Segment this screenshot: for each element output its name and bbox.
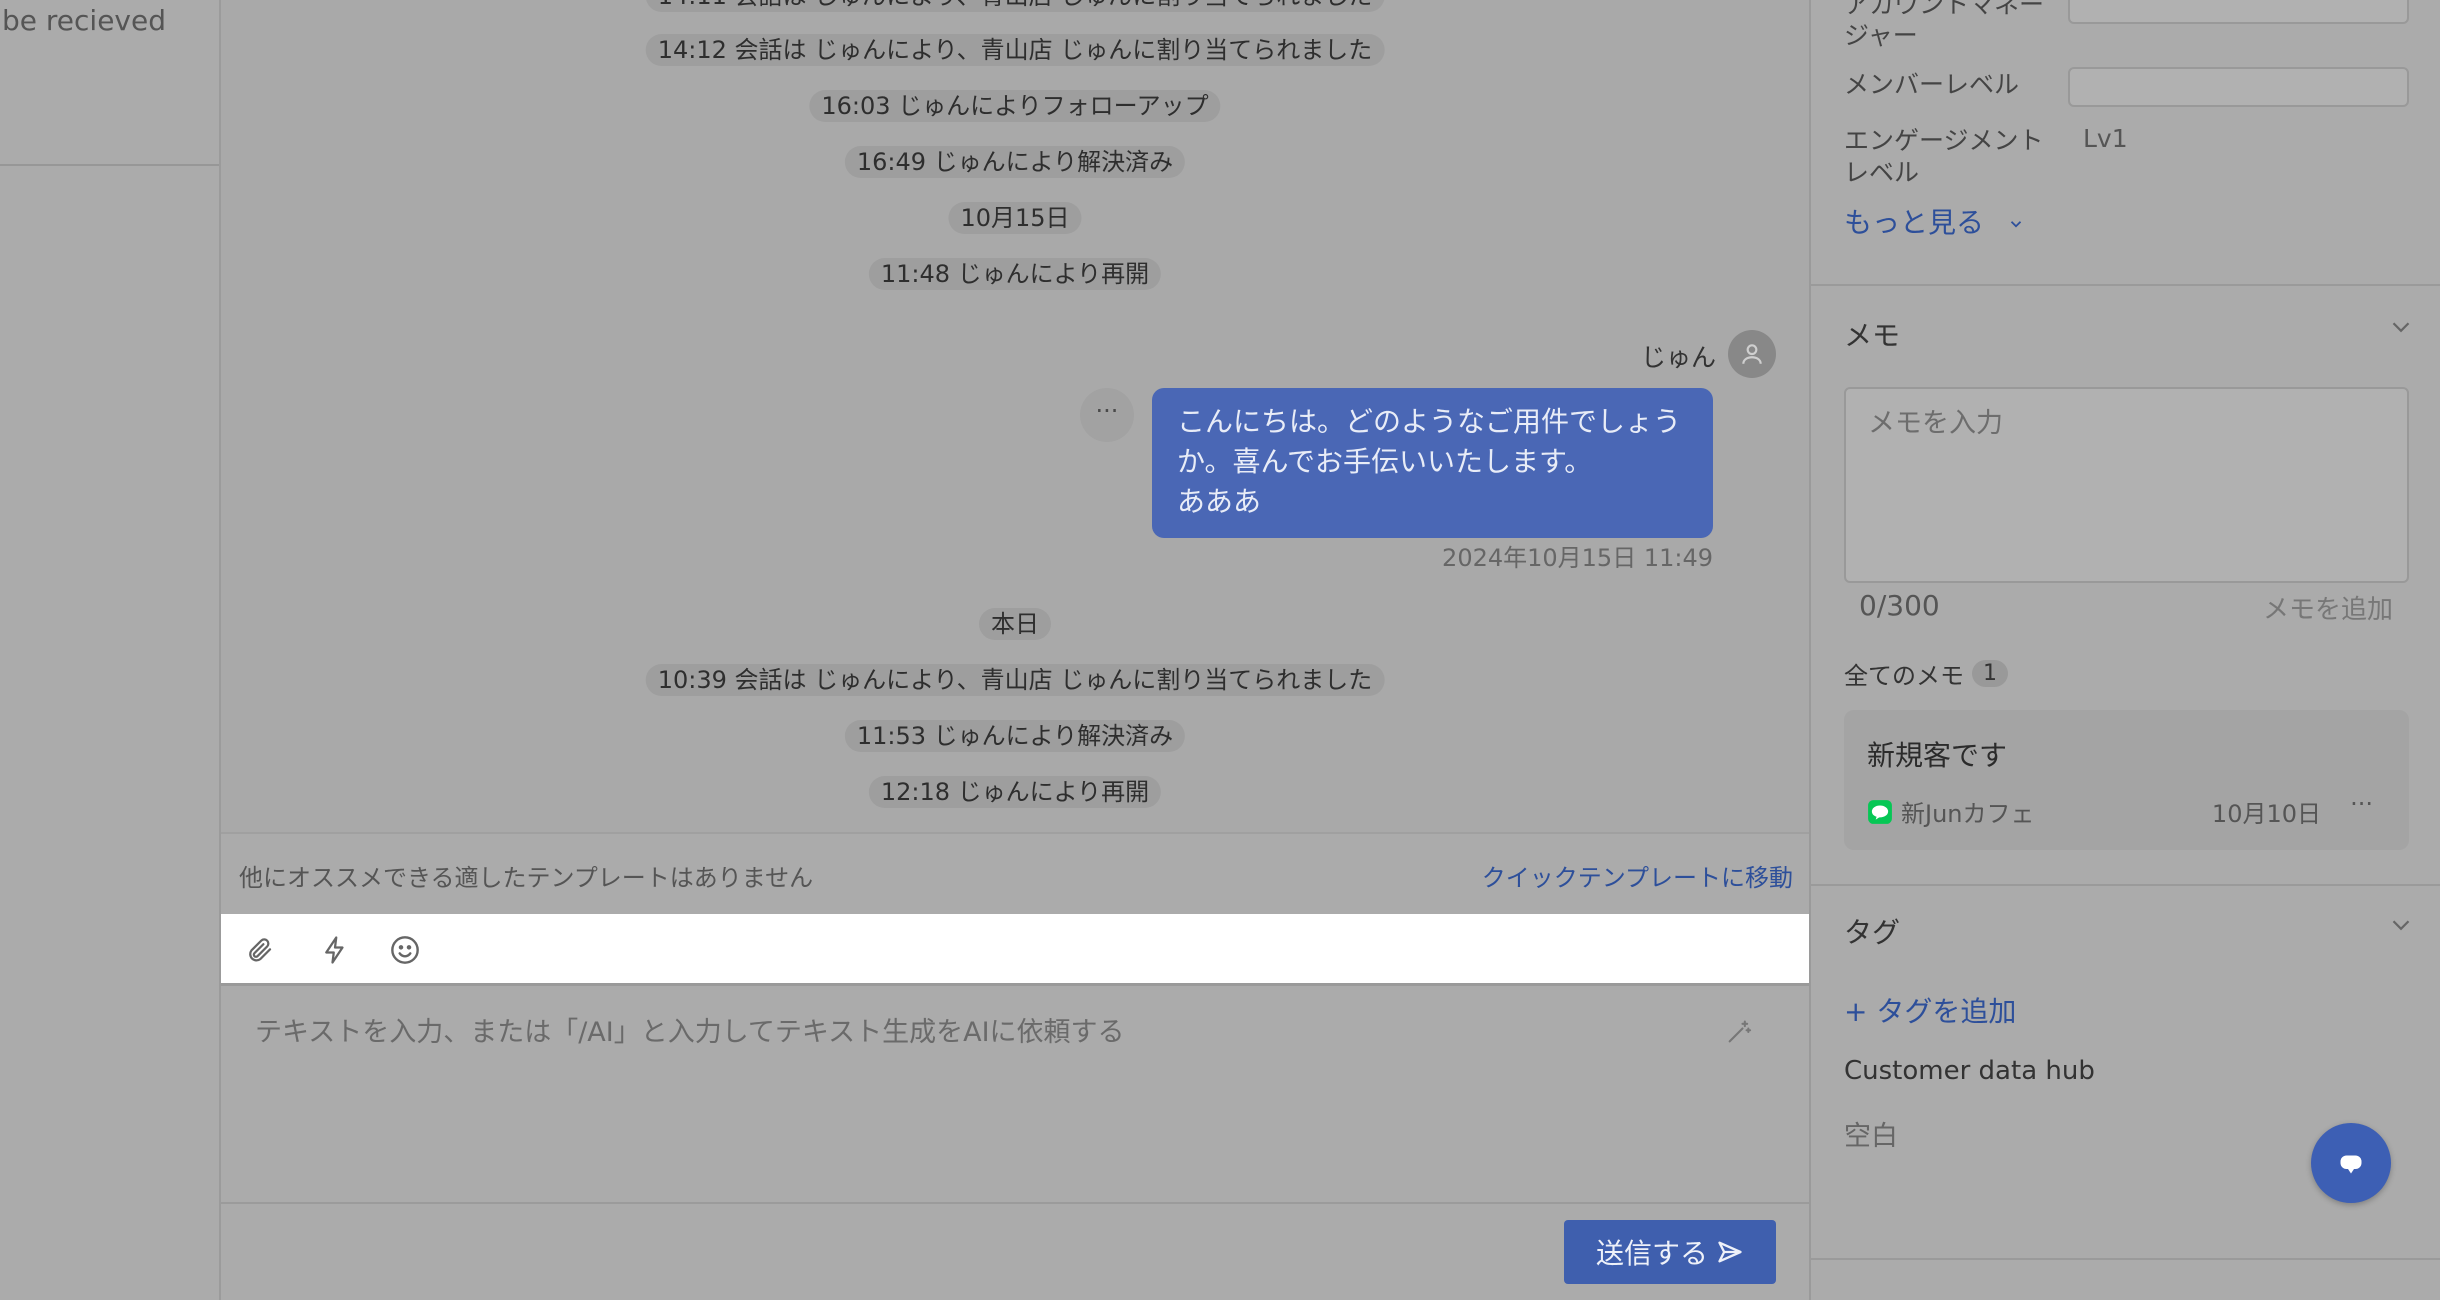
- memo-char-count: 0/300: [1859, 589, 1940, 622]
- avatar[interactable]: [1728, 330, 1776, 378]
- tag-section-title: タグ: [1844, 916, 1901, 949]
- engagement-level-value: Lv1: [2083, 124, 2128, 153]
- quick-reply-button[interactable]: [317, 932, 353, 968]
- ai-generate-button[interactable]: [1725, 1018, 1753, 1050]
- chevron-down-icon[interactable]: [2386, 312, 2416, 342]
- show-more-label: もっと見る: [1844, 206, 1985, 239]
- message-text-line: あああ: [1177, 485, 1262, 518]
- add-tag-button[interactable]: + タグを追加: [1844, 990, 2016, 1030]
- emoji-icon: [391, 936, 419, 964]
- date-separator: 10月15日: [948, 202, 1082, 234]
- memo-section-title: メモ: [1844, 319, 1901, 352]
- timeline-event-pill: 16:49 じゅんにより解決済み: [844, 146, 1186, 178]
- chat-panel: 14:11 会話は じゅんにより、青山店 じゅんに割り当てられました 14:12…: [221, 0, 1809, 1300]
- timeline-event-pill: 14:11 会話は じゅんにより、青山店 じゅんに割り当てられました: [645, 0, 1385, 12]
- emoji-button[interactable]: [387, 932, 423, 968]
- timeline-event-pill: 11:48 じゅんにより再開: [868, 258, 1162, 290]
- timeline-event-pill: 14:12 会話は じゅんにより、青山店 じゅんに割り当てられました: [645, 34, 1385, 66]
- memo-card-more-button[interactable]: ···: [2350, 790, 2373, 818]
- message-bubble: こんにちは。どのようなご用件でしょう か。喜んでお手伝いいたします。 あああ: [1152, 388, 1713, 538]
- paperclip-icon: [249, 938, 272, 962]
- user-icon: [1742, 344, 1762, 364]
- memo-card-title: 新規客です: [1867, 739, 2008, 772]
- message-composer: [221, 986, 1809, 1204]
- chevron-down-icon[interactable]: [2386, 910, 2416, 940]
- field-label-member-level: メンバーレベル: [1844, 70, 2020, 99]
- divider: [0, 164, 219, 166]
- timeline-event-pill: 12:18 じゅんにより再開: [868, 776, 1162, 808]
- message-text-line: か。喜んでお手伝いいたします。: [1177, 445, 1593, 478]
- attach-button[interactable]: [242, 932, 278, 968]
- divider: [1809, 1258, 2440, 1260]
- composer-toolbar: [221, 914, 1809, 986]
- chat-bubble-icon: [2340, 1155, 2362, 1174]
- message-timestamp: 2024年10月15日 11:49: [1442, 544, 1713, 572]
- template-hint: 他にオススメできる適したテンプレートはありません: [239, 864, 814, 892]
- add-memo-button[interactable]: メモを追加: [2263, 589, 2393, 626]
- memo-input[interactable]: [1844, 387, 2409, 583]
- field-label-engagement: エンゲージメント: [1844, 126, 2044, 155]
- truncated-text: be recieved: [2, 4, 166, 37]
- memo-card-source-name: 新Junカフェ: [1901, 800, 2035, 828]
- all-memos-header: 全てのメモ 1: [1844, 656, 2008, 691]
- message-text-line: こんにちは。どのようなご用件でしょう: [1177, 405, 1682, 438]
- member-level-field[interactable]: [2068, 67, 2409, 107]
- customer-data-hub-label: Customer data hub: [1844, 1056, 2095, 1086]
- timeline-event-pill: 10:39 会話は じゅんにより、青山店 じゅんに割り当てられました: [645, 664, 1385, 696]
- message-more-button[interactable]: ···: [1080, 388, 1134, 442]
- timeline-event-pill: 11:53 じゅんにより解決済み: [844, 720, 1186, 752]
- date-separator: 本日: [979, 608, 1051, 640]
- divider: [1811, 284, 2440, 286]
- memo-card-date: 10月10日: [2211, 800, 2321, 828]
- timeline-event-pill: 16:03 じゅんによりフォローアップ: [809, 90, 1221, 122]
- quick-template-link[interactable]: クイックテンプレートに移動: [1482, 858, 1793, 893]
- account-manager-field[interactable]: [2068, 0, 2409, 24]
- customer-info-panel: アカウントマネー ジャー メンバーレベル エンゲージメント レベル Lv1 もっ…: [1809, 0, 2440, 1300]
- divider: [1811, 884, 2440, 886]
- chevron-down-icon: [2010, 221, 2022, 228]
- magic-wand-icon: [1728, 1020, 1752, 1043]
- send-icon: [1718, 1241, 1742, 1263]
- message-input[interactable]: [255, 1010, 1695, 1160]
- template-suggestion-bar: 他にオススメできる適したテンプレートはありません クイックテンプレートに移動: [221, 832, 1809, 914]
- field-label-engagement-cont: レベル: [1844, 158, 1920, 187]
- memo-card[interactable]: 新規客です 新Junカフェ 10月10日 ···: [1844, 710, 2409, 850]
- lightning-icon: [325, 936, 344, 964]
- conversation-list-panel: be recieved: [0, 0, 221, 1300]
- customer-data-hub-value: 空白: [1844, 1121, 1898, 1152]
- memo-card-source: 新Junカフェ: [1867, 794, 2035, 829]
- line-app-icon: [1868, 799, 1892, 824]
- send-button[interactable]: 送信する: [1564, 1220, 1776, 1284]
- sender-name: じゅん: [1641, 343, 1717, 372]
- send-button-label: 送信する: [1595, 1238, 1708, 1269]
- field-label-account-manager-cont: ジャー: [1844, 21, 1918, 50]
- support-chat-button[interactable]: [2311, 1123, 2391, 1203]
- send-area: 送信する: [221, 1204, 1809, 1300]
- all-memos-label: 全てのメモ: [1844, 662, 1964, 690]
- show-more-link[interactable]: もっと見る: [1844, 201, 2025, 241]
- memo-count-badge: 1: [1972, 660, 2008, 687]
